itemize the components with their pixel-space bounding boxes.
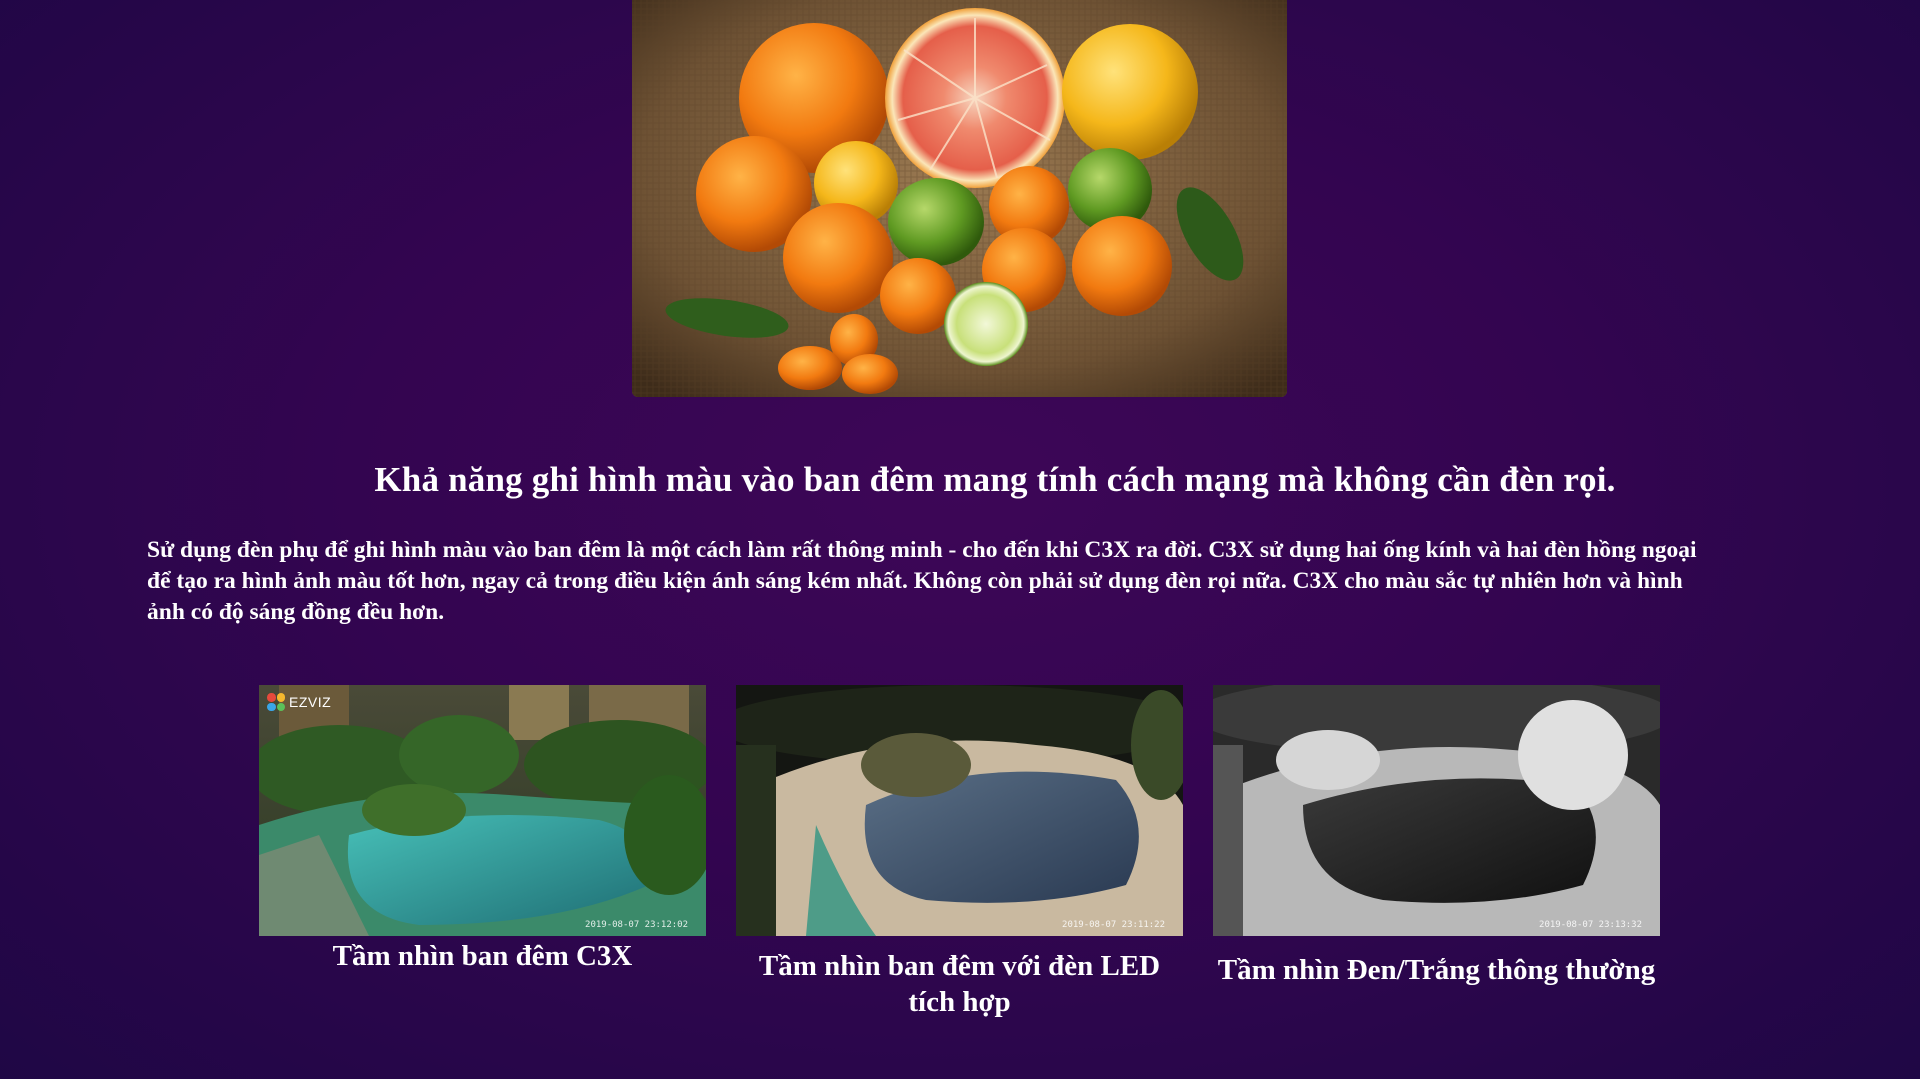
camera-image-led: 2019-08-07 23:11:22	[736, 685, 1183, 936]
camera-timestamp: 2019-08-07 23:12:02	[585, 920, 688, 930]
camera-card-led: 2019-08-07 23:11:22 Tầm nhìn ban đêm với…	[736, 685, 1183, 1020]
camera-timestamp: 2019-08-07 23:11:22	[1062, 920, 1165, 930]
description-paragraph: Sử dụng đèn phụ để ghi hình màu vào ban …	[147, 537, 1697, 625]
headline-text: Khả năng ghi hình màu vào ban đêm mang t…	[374, 460, 1616, 499]
headline: Khả năng ghi hình màu vào ban đêm mang t…	[0, 460, 1920, 500]
camera-card-bw: 2019-08-07 23:13:32 Tầm nhìn Đen/Trắng t…	[1213, 685, 1660, 988]
camera-image-c3x: EZVIZ 2019-08-07 23:12:02	[259, 685, 706, 936]
camera-caption-c3x: Tầm nhìn ban đêm C3X	[332, 940, 633, 972]
ezviz-logo: EZVIZ	[267, 693, 331, 711]
camera-card-c3x: EZVIZ 2019-08-07 23:12:02 Tầm nhìn ban đ…	[259, 685, 706, 974]
camera-caption-bw: Tầm nhìn Đen/Trắng thông thường	[1217, 954, 1656, 986]
camera-image-bw: 2019-08-07 23:13:32	[1213, 685, 1660, 936]
ezviz-logo-icon	[267, 693, 285, 711]
fruit-illustration	[632, 0, 1287, 397]
hero-fruit-image	[632, 0, 1287, 397]
ezviz-logo-text: EZVIZ	[289, 694, 332, 710]
camera-caption-led: Tầm nhìn ban đêm với đèn LED tích hợp	[758, 950, 1161, 1018]
camera-timestamp: 2019-08-07 23:13:32	[1539, 920, 1642, 930]
